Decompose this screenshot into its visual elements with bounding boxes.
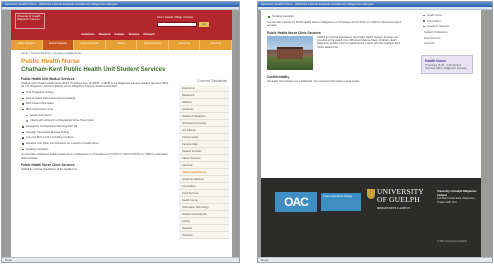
- tab-contact[interactable]: Contact Us: [169, 40, 201, 50]
- sidebar-item[interactable]: Campus Map: [179, 141, 229, 148]
- nav-services[interactable]: Services: [129, 33, 140, 37]
- tab-about[interactable]: About Us: [200, 40, 233, 50]
- university-name: UNIVERSITY OF GUELPH: [377, 187, 424, 204]
- service-item: Free Pregnancy Testing: [21, 91, 169, 94]
- crest-icon: [367, 189, 375, 199]
- sidebar-item[interactable]: Residence: [179, 92, 229, 99]
- nav-outreach[interactable]: Outreach: [143, 33, 154, 37]
- health-nurse-title: Health Nurse: [425, 58, 446, 63]
- tab-current-students[interactable]: Current Students: [42, 40, 75, 50]
- page-title: Public Health Nurse: [21, 58, 80, 65]
- utility-links[interactable]: OAC | Guelph | Ridge | Contact: [157, 16, 193, 19]
- page-subtitle: Chatham-Kent Public Health Unit Student …: [21, 67, 166, 73]
- section-title: Public Health Unit Walk-in Services: [21, 77, 75, 81]
- service-item: Emergency Contraception/ Morning After P…: [21, 125, 169, 128]
- sidebar-item[interactable]: Career Services: [179, 155, 229, 162]
- sidebar-item[interactable]: Athletics: [179, 99, 229, 106]
- sidebar-item[interactable]: Outreach: [179, 232, 229, 239]
- service-item: Low cost Birth Control including condoms: [21, 136, 169, 139]
- search-button[interactable]: Go: [199, 22, 209, 27]
- sidebar-item[interactable]: Public Health Nurse: [179, 169, 229, 176]
- sidebar-title: Current Students: [196, 78, 227, 83]
- services-list: Free Pregnancy Testing Sexual Health Info…: [21, 91, 169, 151]
- main-content: Public Health Nurse Chatham-Kent Public …: [21, 57, 169, 172]
- service-item: Birth Control Information: [21, 102, 169, 105]
- section-title: Public Health Nurse Clinic Services: [267, 30, 321, 35]
- service-item: Clients with a Doctor's or Registered Nu…: [21, 119, 169, 122]
- sidebar-item[interactable]: Experience: [179, 85, 229, 92]
- tab-visitors[interactable]: Visitors: [106, 40, 138, 50]
- oac-logo[interactable]: OAC: [275, 192, 317, 212]
- closing-paragraph: You can also contact the Public Health N…: [21, 153, 169, 160]
- service-item: Sexually Transmitted Disease Testing: [21, 131, 169, 134]
- contact-paragraph: You can also contact the Public Health N…: [267, 20, 402, 28]
- browser-viewport: University of Guelph Ridgetown Campus OA…: [2, 10, 239, 257]
- sidebar-item[interactable]: Job Listings: [179, 127, 229, 134]
- site-header: University of Guelph Ridgetown Campus OA…: [11, 10, 233, 50]
- address-lines: 120 Main Street East, Ridgetown, Ontario…: [437, 197, 476, 204]
- status-bar: Done: [258, 257, 492, 262]
- confidentiality-title: Confidentiality: [267, 74, 290, 79]
- sidebar-item[interactable]: Academic: [179, 106, 229, 113]
- breadcrumb[interactable]: Home > Current Students > Services > Hea…: [21, 52, 81, 55]
- health-nurse-text: Thursdays 11:30 - 3:30 Student Services …: [425, 63, 467, 70]
- campus-name: RIDGETOWN CAMPUS: [377, 206, 411, 210]
- closing-paragraph-2: Staffed by a Nurse Practitioner at the H…: [21, 168, 78, 172]
- sidebar-item[interactable]: Student Services: [179, 148, 229, 155]
- browser-window-right: Services | Health Nurse - Windows Intern…: [257, 1, 493, 263]
- sidebar-item[interactable]: Off Campus Housing: [179, 120, 229, 127]
- footer-address: University of Guelph Ridgetown Campus 12…: [437, 190, 479, 204]
- tab-media-events[interactable]: Media & Events: [137, 40, 169, 50]
- nav-academics[interactable]: Academics: [81, 33, 95, 37]
- tab-future-students[interactable]: Future Students: [11, 40, 43, 50]
- tab-alumni[interactable]: Alumni & Friends: [74, 40, 106, 50]
- sidebar-menu: Experience Residence Athletics Academic Stud…: [179, 85, 229, 239]
- sidebar-item[interactable]: Student Financial Aid: [179, 211, 229, 218]
- service-item: Hepatitis, Flu/ Other Immunizations for …: [21, 142, 169, 145]
- services-list-continued: Smoking Cessation: [267, 15, 407, 18]
- section-title-2: Public Health Nurse Clinic Services: [21, 163, 75, 168]
- intro-paragraph: Chatham-Kent Public Health Nurse (PHN) T…: [21, 82, 169, 89]
- sidebar-item[interactable]: Ask Fred: [421, 41, 473, 47]
- sidebar-item[interactable]: Food Services: [179, 190, 229, 197]
- oac-subtitle: Ontario Agricultural College: [321, 193, 361, 211]
- sidebar-item[interactable]: Academic Advisors: [179, 176, 229, 183]
- sidebar-item[interactable]: Library: [179, 218, 229, 225]
- service-item: Health Unit Clients: [21, 114, 169, 117]
- site-footer: OAC Ontario Agricultural College UNIVERS…: [261, 178, 481, 257]
- service-item: Birth Control pick up for:: [21, 108, 169, 111]
- browser-window-left: Services | Health Nurse - Windows Intern…: [1, 1, 240, 263]
- health-nurse-box: Health Nurse Thursdays 11:30 - 3:30 Stud…: [421, 54, 473, 74]
- main-content: Smoking Cessation You can also contact t…: [267, 13, 407, 83]
- search-input[interactable]: [157, 22, 197, 27]
- service-item: Smoking Cessation: [21, 148, 169, 151]
- sidebar-item[interactable]: Student Publications: [179, 113, 229, 120]
- sidebar-item[interactable]: Health Centre: [179, 197, 229, 204]
- copyright: © 2011 University of Guelph: [437, 240, 467, 243]
- list-item: Smoking Cessation: [267, 15, 407, 18]
- sidebar-item[interactable]: Course Guide: [179, 134, 229, 141]
- nav-research[interactable]: Research: [99, 33, 111, 37]
- sidebar-item[interactable]: Ask Fred: [179, 162, 229, 169]
- sidebar: Health Nurse Counselling Academic Advisors…: [421, 13, 473, 74]
- sidebar-item[interactable]: Academic Advisors: [421, 24, 473, 30]
- nav-campus[interactable]: Campus: [114, 33, 124, 37]
- confidentiality-paragraph: All Health Unit services are confidentia…: [267, 79, 361, 83]
- status-bar: Done: [2, 257, 239, 262]
- sidebar-item[interactable]: Information Technology: [179, 204, 229, 211]
- sidebar-item[interactable]: Counselling: [179, 183, 229, 190]
- browser-viewport: Smoking Cessation You can also contact t…: [258, 10, 492, 257]
- address-title: University of Guelph Ridgetown Campus: [437, 190, 477, 197]
- sidebar-item[interactable]: Registrar: [179, 225, 229, 232]
- service-item: Sexual Health Information and Counsellin…: [21, 97, 169, 100]
- sidebar: Current Students Experience Residence Athl…: [179, 78, 229, 239]
- web-page: University of Guelph Ridgetown Campus OA…: [11, 10, 233, 257]
- web-page: Smoking Cessation You can also contact t…: [261, 10, 481, 257]
- secondary-nav: Future Students Current Students Alumni …: [11, 40, 233, 50]
- university-logo[interactable]: University of Guelph Ridgetown Campus: [15, 13, 45, 29]
- sidebar-menu: Health Nurse Counselling Academic Advisors…: [421, 13, 473, 47]
- primary-nav: Academics Research Campus Services Outre…: [81, 33, 230, 37]
- health-unit-photo: [267, 35, 313, 70]
